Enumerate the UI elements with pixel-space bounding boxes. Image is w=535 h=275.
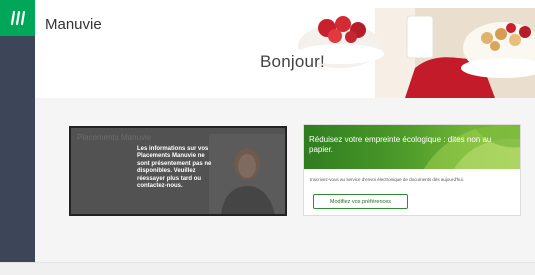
paperless-card: Réduisez votre empreinte écologique : di…: [303, 124, 521, 216]
paperless-banner: Réduisez votre empreinte écologique : di…: [304, 125, 520, 169]
advisor-photo: [209, 134, 285, 214]
brand-name[interactable]: Manuvie: [45, 16, 102, 33]
manulife-logo-icon[interactable]: [0, 0, 35, 36]
app-window: Manuvie Bonjour! Placements Manuvie Les …: [0, 0, 535, 275]
sidebar: [0, 0, 35, 262]
footer-strip: [0, 262, 535, 275]
paperless-description: Inscrivez-vous au service d'envoi électr…: [310, 177, 465, 182]
paperless-title: Réduisez votre empreinte écologique : di…: [309, 135, 492, 154]
investments-card: Placements Manuvie Les informations sur …: [69, 126, 287, 216]
investments-card-title: Placements Manuvie: [77, 133, 152, 142]
greeting-title: Bonjour!: [260, 52, 325, 71]
unavailable-message: Les informations sur vos Placements Manu…: [137, 146, 212, 190]
edit-preferences-button[interactable]: Modifiez vos préférences: [313, 194, 408, 209]
header: Manuvie Bonjour!: [35, 0, 535, 98]
